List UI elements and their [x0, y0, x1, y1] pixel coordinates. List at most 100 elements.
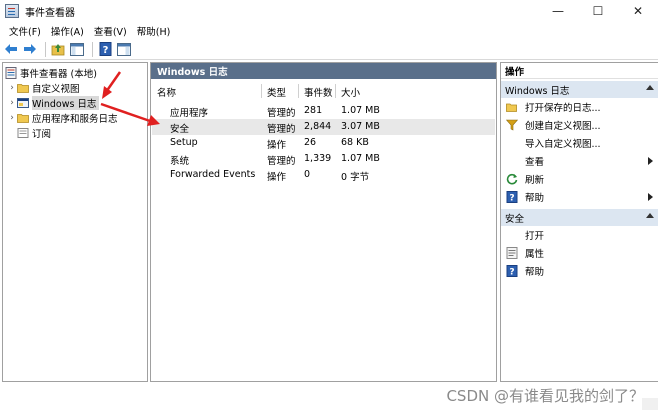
tree-item-label: 应用程序和服务日志 — [32, 113, 118, 125]
column-divider[interactable] — [335, 84, 336, 98]
cell-size: 68 KB — [341, 137, 369, 148]
table-row[interactable]: 系统 管理的 1,339 1.07 MB — [152, 151, 495, 167]
cell-size: 3.07 MB — [341, 121, 380, 132]
cell-name: 应用程序 — [170, 108, 209, 119]
tree-item-label: 自定义视图 — [32, 83, 80, 95]
back-arrow-icon[interactable] — [3, 41, 19, 57]
tree-item-label: Windows 日志 — [32, 95, 100, 110]
blank-icon — [506, 155, 518, 167]
event-viewer-app-icon — [5, 4, 19, 18]
svg-text:?: ? — [509, 268, 514, 278]
close-button[interactable]: ✕ — [618, 0, 658, 22]
collapse-triangle-icon[interactable] — [646, 213, 654, 218]
collapse-triangle-icon[interactable] — [646, 85, 654, 90]
up-folder-icon[interactable] — [50, 41, 66, 57]
folder-icon — [17, 113, 29, 123]
action-refresh[interactable]: 刷新 — [501, 170, 658, 188]
resize-grip[interactable] — [642, 398, 658, 410]
watermark-text: CSDN @有谁看见我的剑了？ — [446, 387, 644, 405]
action-import-custom-view[interactable]: 导入自定义视图... — [501, 134, 658, 152]
window-controls: — ☐ ✕ — [538, 0, 658, 22]
forward-arrow-icon[interactable] — [22, 41, 38, 57]
submenu-arrow-icon — [648, 157, 653, 165]
tree-item-app-service-logs[interactable]: › 应用程序和服务日志 — [7, 110, 118, 125]
cell-count: 26 — [304, 137, 317, 148]
tree-root[interactable]: 事件查看器 (本地) — [5, 65, 97, 80]
toolbar-separator — [92, 41, 93, 57]
actions-title: 操作 — [501, 63, 658, 79]
subscription-icon — [17, 127, 29, 138]
log-list-pane: Windows 日志 名称 类型 事件数 大小 应用程序 管理的 281 1.0… — [150, 62, 497, 382]
cell-count: 2,844 — [304, 121, 332, 132]
cell-type: 管理的 — [267, 156, 296, 167]
svg-text:?: ? — [102, 45, 108, 56]
cell-size: 1.07 MB — [341, 105, 380, 116]
tree-item-subscriptions[interactable]: 订阅 — [17, 125, 51, 140]
pane-title: Windows 日志 — [151, 63, 496, 79]
action-label: 刷新 — [525, 175, 545, 186]
action-help-security[interactable]: ? 帮助 — [501, 262, 658, 280]
column-header-size[interactable]: 大小 — [341, 85, 360, 99]
log-folder-icon — [17, 97, 29, 108]
menu-view[interactable]: 查看(V) — [89, 24, 132, 38]
refresh-icon — [506, 173, 518, 185]
action-help[interactable]: ? 帮助 — [501, 188, 658, 206]
action-label: 创建自定义视图... — [525, 121, 601, 132]
section-title: 安全 — [505, 213, 525, 225]
column-divider[interactable] — [298, 84, 299, 98]
menu-file[interactable]: 文件(F) — [4, 24, 46, 38]
action-label: 打开保存的日志... — [525, 103, 601, 114]
help-book-icon[interactable]: ? — [97, 41, 113, 57]
window-title: 事件查看器 — [25, 7, 75, 19]
table-row[interactable]: Forwarded Events 操作 0 0 字节 — [152, 167, 495, 183]
menu-help[interactable]: 帮助(H) — [132, 24, 176, 38]
action-open[interactable]: 打开 — [501, 226, 658, 244]
blank-icon — [506, 229, 518, 241]
column-header-type[interactable]: 类型 — [267, 85, 286, 99]
table-row[interactable]: 应用程序 管理的 281 1.07 MB — [152, 103, 495, 119]
actions-pane: 操作 Windows 日志 打开保存的日志... 创建自定义视图... 导入自定… — [500, 62, 658, 382]
tree-root-label: 事件查看器 (本地) — [20, 68, 97, 80]
chevron-right-icon[interactable]: › — [7, 98, 17, 108]
filter-icon — [506, 119, 518, 131]
action-label: 属性 — [525, 249, 545, 260]
chevron-right-icon[interactable]: › — [7, 113, 17, 123]
action-label: 查看 — [525, 157, 545, 168]
toolbar-separator — [45, 41, 46, 57]
chevron-right-icon[interactable]: › — [7, 83, 17, 93]
action-open-saved-log[interactable]: 打开保存的日志... — [501, 98, 658, 116]
help-book-icon: ? — [506, 265, 518, 277]
cell-type: 管理的 — [267, 124, 296, 135]
toolbar: ? — [0, 39, 658, 60]
menu-action[interactable]: 操作(A) — [46, 24, 89, 38]
event-viewer-icon — [5, 66, 17, 79]
tree-item-windows-logs[interactable]: › Windows 日志 — [7, 95, 100, 110]
table-row[interactable]: Setup 操作 26 68 KB — [152, 135, 495, 151]
column-divider[interactable] — [261, 84, 262, 98]
action-view[interactable]: 查看 — [501, 152, 658, 170]
section-title: Windows 日志 — [505, 85, 570, 97]
cell-count: 1,339 — [304, 153, 332, 164]
cell-name: 系统 — [170, 156, 190, 167]
show-hide-tree-icon[interactable] — [69, 41, 85, 57]
tree-item-label: 订阅 — [32, 128, 52, 140]
action-label: 导入自定义视图... — [525, 139, 601, 150]
cell-size: 0 字节 — [341, 172, 370, 183]
show-action-pane-icon[interactable] — [116, 41, 132, 57]
actions-section-windows-logs[interactable]: Windows 日志 — [501, 81, 658, 98]
column-header-name[interactable]: 名称 — [157, 85, 176, 99]
submenu-arrow-icon — [648, 193, 653, 201]
cell-name: 安全 — [170, 124, 190, 135]
actions-section-security[interactable]: 安全 — [501, 209, 658, 226]
tree-item-custom-views[interactable]: › 自定义视图 — [7, 80, 80, 95]
action-properties[interactable]: 属性 — [501, 244, 658, 262]
properties-icon — [506, 247, 518, 259]
action-label: 帮助 — [525, 267, 545, 278]
table-row-selected[interactable]: 安全 管理的 2,844 3.07 MB — [152, 119, 495, 135]
action-label: 打开 — [525, 231, 545, 242]
maximize-button[interactable]: ☐ — [578, 0, 618, 22]
action-create-custom-view[interactable]: 创建自定义视图... — [501, 116, 658, 134]
minimize-button[interactable]: — — [538, 0, 578, 22]
column-header-count[interactable]: 事件数 — [304, 85, 333, 99]
cell-type: 管理的 — [267, 108, 296, 119]
